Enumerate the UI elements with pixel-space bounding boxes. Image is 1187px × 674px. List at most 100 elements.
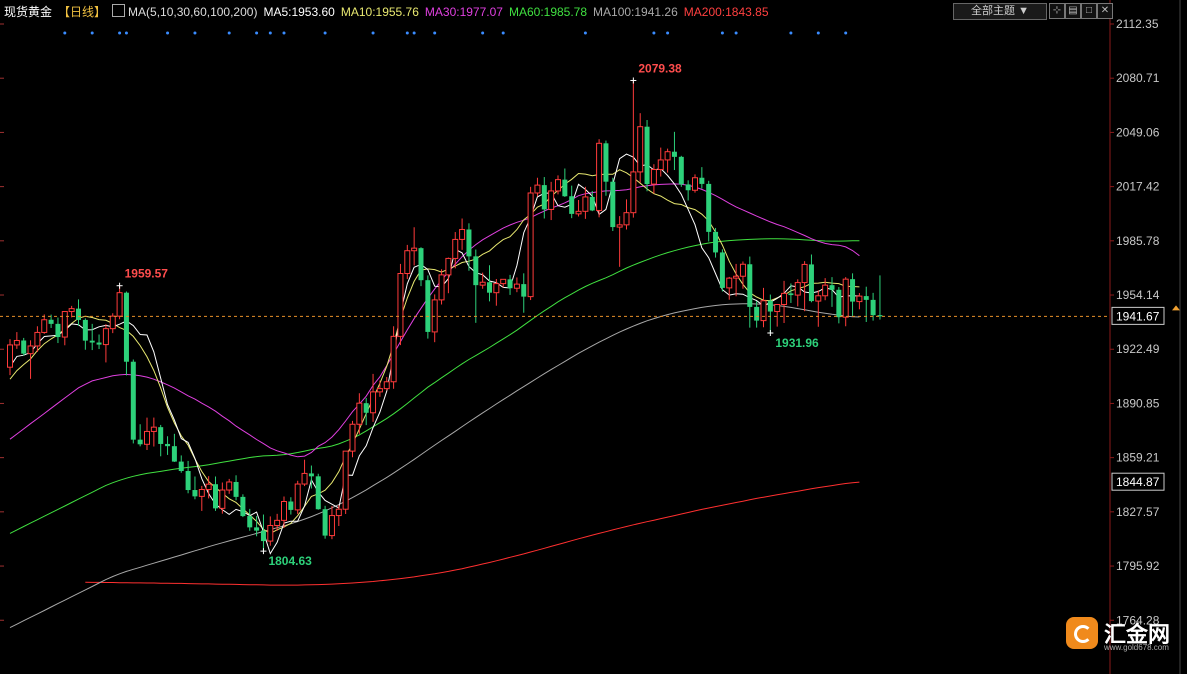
candle-body bbox=[61, 311, 68, 338]
candle-body bbox=[713, 231, 719, 253]
maximize-button[interactable]: □ bbox=[1081, 3, 1097, 19]
candle-body bbox=[48, 319, 54, 324]
candle-body bbox=[794, 282, 801, 296]
candle-body bbox=[863, 296, 869, 300]
candle-body bbox=[548, 190, 555, 210]
candle-body bbox=[575, 210, 582, 215]
watermark-logo: 汇金网 www.gold678.com bbox=[1062, 613, 1182, 655]
signal-dot bbox=[255, 31, 259, 35]
candle-body bbox=[219, 489, 226, 509]
signal-dot bbox=[816, 31, 820, 35]
candle-body bbox=[274, 519, 281, 526]
y-tick-label: 2080.71 bbox=[1116, 71, 1160, 85]
candle-body bbox=[240, 496, 246, 517]
ma60-value: MA60:1985.78 bbox=[508, 5, 588, 19]
candle-body bbox=[404, 250, 411, 275]
candle-body bbox=[657, 159, 664, 171]
candle-body bbox=[294, 483, 301, 511]
candle-body bbox=[822, 284, 829, 297]
signal-dot bbox=[789, 31, 793, 35]
candle-body bbox=[459, 228, 466, 240]
ma100-value: MA100:1941.26 bbox=[593, 5, 678, 19]
chart-header: 现货黄金 【日线】 MA(5,10,30,60,100,200) MA5:1953.6… bbox=[4, 3, 775, 21]
close-button[interactable]: ✕ bbox=[1097, 3, 1113, 19]
y-tick-label: 1922.49 bbox=[1116, 342, 1160, 356]
ma5-line bbox=[9, 153, 860, 555]
candle-body bbox=[397, 273, 404, 337]
y-tick-label: 1954.14 bbox=[1116, 288, 1160, 302]
extreme-label: 1931.96 bbox=[775, 336, 819, 350]
candle-body bbox=[527, 192, 534, 298]
candle-body bbox=[192, 490, 198, 497]
candle-body bbox=[68, 308, 75, 313]
signal-dot bbox=[720, 31, 724, 35]
candle-body bbox=[801, 263, 808, 284]
candle-body bbox=[603, 143, 609, 182]
candle-body bbox=[664, 151, 671, 161]
candle-body bbox=[541, 185, 547, 210]
candle-body bbox=[13, 339, 20, 346]
candle-body bbox=[685, 184, 691, 191]
candle-body bbox=[623, 212, 630, 226]
candle-body bbox=[233, 481, 239, 497]
candle-body bbox=[521, 284, 527, 297]
symbol-name: 现货黄金 bbox=[4, 5, 53, 19]
signal-dot bbox=[652, 31, 656, 35]
ma-indicator-icon[interactable] bbox=[112, 4, 126, 17]
candle-body bbox=[178, 461, 184, 472]
candle-body bbox=[452, 238, 459, 259]
y-tick-label: 1795.92 bbox=[1116, 559, 1160, 573]
candle-body bbox=[370, 391, 377, 414]
candle-body bbox=[116, 292, 123, 317]
candle-body bbox=[438, 274, 445, 301]
extreme-label: 2079.38 bbox=[638, 61, 682, 75]
y-tick-label: 2017.42 bbox=[1116, 180, 1160, 194]
candle-body bbox=[150, 426, 157, 432]
candle-body bbox=[260, 530, 266, 542]
ma5-value: MA5:1953.60 bbox=[263, 5, 335, 19]
chevron-down-icon: ▼ bbox=[1018, 5, 1029, 17]
candle-body bbox=[562, 179, 568, 197]
layout-button[interactable]: ▤ bbox=[1065, 3, 1081, 19]
ma-params[interactable]: MA(5,10,30,60,100,200) bbox=[128, 5, 257, 19]
candle-body bbox=[123, 292, 129, 362]
candle-body bbox=[569, 196, 575, 214]
candlestick-chart[interactable]: 2112.35 2080.71 2049.06 2017.42 1985.78 1954.… bbox=[0, 0, 1187, 674]
candle-body bbox=[171, 446, 177, 462]
signal-dot bbox=[193, 31, 197, 35]
signal-dot bbox=[323, 31, 327, 35]
candle-body bbox=[198, 489, 205, 497]
signal-dot bbox=[166, 31, 170, 35]
candle-body bbox=[27, 345, 34, 355]
candle-body bbox=[534, 184, 541, 194]
ma10-line bbox=[9, 169, 860, 534]
candle-body bbox=[466, 229, 472, 257]
candle-body bbox=[829, 285, 835, 290]
y-tick-label: 1859.21 bbox=[1116, 451, 1160, 465]
price-up-icon bbox=[1172, 305, 1180, 311]
signal-dot bbox=[412, 31, 416, 35]
candle-body bbox=[487, 282, 492, 293]
candle-body bbox=[555, 179, 561, 192]
candle-body bbox=[445, 257, 452, 276]
candle-body bbox=[96, 342, 102, 345]
candle-body bbox=[376, 388, 383, 393]
ma200-value: MA200:1843.85 bbox=[683, 5, 769, 19]
candle-body bbox=[678, 156, 684, 185]
candle-body bbox=[774, 304, 781, 313]
period-label[interactable]: 【日线】 bbox=[58, 5, 106, 19]
y-tick-label: 1985.78 bbox=[1116, 234, 1160, 248]
candle-body bbox=[815, 295, 822, 302]
theme-select[interactable]: 全部主题 ▼ bbox=[953, 3, 1047, 20]
candle-body bbox=[582, 196, 589, 212]
crosshair-button[interactable]: ⊹ bbox=[1049, 3, 1065, 19]
candle-body bbox=[719, 252, 725, 288]
candle-body bbox=[322, 509, 328, 536]
candle-body bbox=[34, 331, 41, 347]
signal-dot bbox=[433, 31, 437, 35]
candle-body bbox=[699, 177, 705, 184]
candle-body bbox=[788, 293, 794, 296]
candle-body bbox=[726, 277, 733, 289]
extreme-label: 1804.63 bbox=[268, 554, 312, 568]
candle-body bbox=[692, 177, 698, 191]
